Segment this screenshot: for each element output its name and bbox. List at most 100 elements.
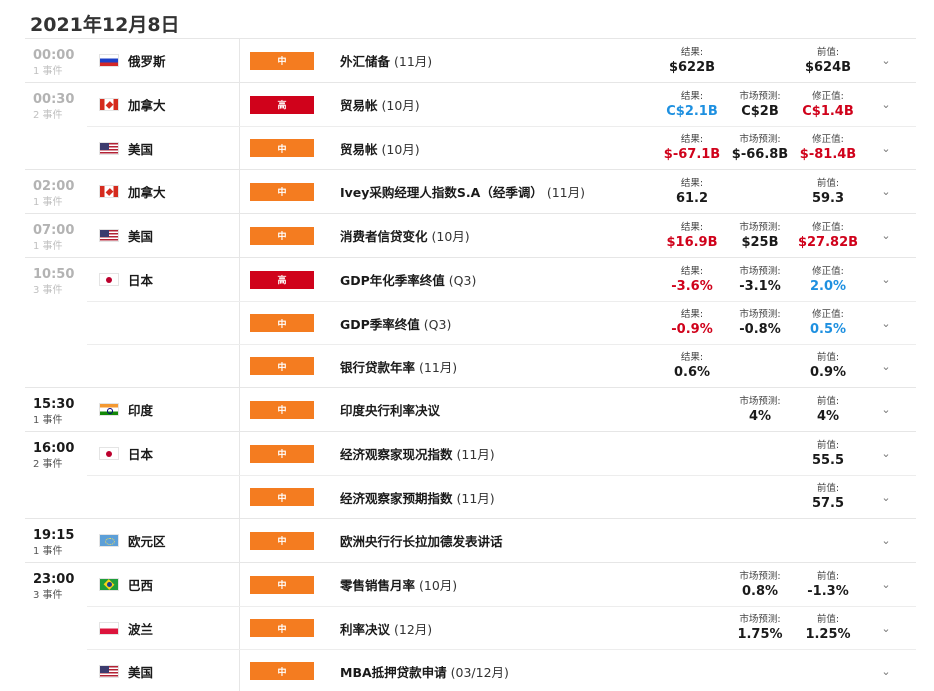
event-time: 15:30	[33, 397, 75, 412]
event-name: 利率决议	[340, 621, 391, 637]
event-row[interactable]: 中 GDP季率终值 (Q3) 结果: -0.9% 市场预测: -0.8% 修正值: 0.5% ⌄	[87, 301, 916, 344]
event-period: (11月)	[415, 359, 458, 375]
event-row[interactable]: 中 银行贷款年率 (11月) 结果: 0.6% 前值: 0.9% ⌄	[87, 344, 916, 387]
flag-ru-icon	[99, 54, 119, 67]
event-period: (11月)	[542, 185, 585, 200]
country-name: 美国	[128, 229, 154, 244]
country-name: 俄罗斯	[128, 54, 166, 69]
impact-badge: 高	[250, 95, 314, 114]
time-group: 15:30 1 事件 印度中印度央行利率决议 市场预测: 4% 前值: 4% ⌄	[25, 388, 916, 432]
forecast-value: $-66.8B	[731, 147, 789, 162]
actual-value: $622B	[668, 59, 716, 75]
previous-cell: 修正值: $27.82B	[794, 221, 862, 251]
event-row[interactable]: 印度中印度央行利率决议 市场预测: 4% 前值: 4% ⌄	[87, 388, 916, 431]
country-cell: 波兰	[87, 607, 240, 649]
flag-jp-icon	[99, 273, 119, 286]
event-title[interactable]: GDP季率终值 (Q3)	[340, 314, 658, 333]
previous-label: 修正值:	[812, 265, 844, 277]
actual-label: 结果:	[680, 46, 704, 58]
forecast-label: 市场预测:	[739, 614, 781, 625]
chevron-down-icon[interactable]: ⌄	[874, 578, 898, 591]
event-time: 16:00	[33, 441, 75, 456]
previous-value: 57.5	[811, 496, 845, 511]
previous-label: 修正值:	[812, 309, 844, 320]
event-row[interactable]: 加拿大中 Ivey采购经理人指数S.A（经季调） (11月) 结果: 61.2 前值: 5…	[87, 170, 916, 213]
chevron-down-icon[interactable]: ⌄	[874, 622, 898, 635]
event-title[interactable]: 印度央行利率决议	[340, 400, 658, 419]
forecast-value: C$2B	[741, 103, 779, 119]
actual-label: 结果:	[680, 221, 704, 233]
event-row[interactable]: 加拿大高贸易帐 (10月) 结果: C$2.1B 市场预测: C$2B 修正值: C$1.4…	[87, 83, 916, 126]
time-group: 10:50 3 事件 日本高 GDP年化季率终值 (Q3) 结果: -3.6% 市场预测: -…	[25, 258, 916, 388]
previous-label: 修正值:	[812, 134, 844, 145]
chevron-down-icon[interactable]: ⌄	[874, 317, 898, 330]
event-title[interactable]: MBA抵押贷款申请 (03/12月)	[340, 662, 658, 681]
event-title[interactable]: 利率决议 (12月)	[340, 619, 658, 638]
event-row[interactable]: 日本高 GDP年化季率终值 (Q3) 结果: -3.6% 市场预测: -3.1% 修正值: 2…	[87, 258, 916, 301]
flag-us-icon	[99, 664, 119, 678]
event-row[interactable]: 美国 中 贸易帐 (10月) 结果: $-67.1B 市场预测: $-66.8B 修正值: $-…	[87, 126, 916, 169]
event-row[interactable]: 波兰 中 利率决议 (12月) 市场预测: 1.75% 前值: 1.25% ⌄	[87, 606, 916, 649]
event-title[interactable]: 经济观察家现况指数 (11月)	[340, 444, 658, 463]
event-name: Ivey采购经理人指数S.A（经季调）	[340, 185, 543, 200]
time-group: 19:15 1 事件 欧元区 中 欧洲央行行长拉加德发表讲话 ⌄	[25, 519, 916, 563]
chevron-down-icon[interactable]: ⌄	[874, 229, 898, 242]
actual-label: 结果:	[680, 309, 704, 320]
flag-ca-icon	[99, 185, 119, 198]
event-title[interactable]: 经济观察家预期指数 (11月)	[340, 488, 658, 507]
previous-label: 前值:	[816, 570, 840, 582]
event-count: 1 事件	[33, 66, 63, 77]
event-title[interactable]: 外汇储备 (11月)	[340, 51, 658, 70]
chevron-down-icon[interactable]: ⌄	[874, 273, 898, 286]
chevron-down-icon[interactable]: ⌄	[874, 447, 898, 460]
event-period: (03/12月)	[446, 664, 509, 680]
actual-value: 61.2	[675, 190, 709, 206]
chevron-down-icon[interactable]: ⌄	[874, 142, 898, 155]
chevron-down-icon[interactable]: ⌄	[874, 403, 898, 416]
event-row[interactable]: 俄罗斯中外汇储备 (11月) 结果: $622B 前值: $624B ⌄	[87, 39, 916, 82]
event-title[interactable]: 欧洲央行行长拉加德发表讲话	[340, 531, 658, 550]
event-title[interactable]: 贸易帐 (10月)	[340, 139, 658, 158]
chevron-down-icon[interactable]: ⌄	[874, 491, 898, 504]
actual-cell: 结果: 0.6%	[658, 351, 726, 381]
impact-badge: 中	[250, 400, 314, 419]
event-count: 1 事件	[33, 415, 63, 426]
event-row[interactable]: 中 经济观察家预期指数 (11月) 前值: 57.5 ⌄	[87, 475, 916, 518]
forecast-label: 市场预测:	[739, 221, 781, 233]
event-title[interactable]: 贸易帐 (10月)	[340, 95, 658, 114]
previous-cell: 前值: -1.3%	[794, 570, 862, 600]
event-row[interactable]: 巴西中零售销售月率 (10月) 市场预测: 0.8% 前值: -1.3% ⌄	[87, 563, 916, 606]
previous-value: 1.25%	[805, 627, 851, 642]
previous-label: 前值:	[816, 483, 840, 494]
event-time: 07:00	[33, 223, 75, 238]
country-cell	[87, 476, 240, 518]
event-name: 印度央行利率决议	[340, 403, 441, 418]
chevron-down-icon[interactable]: ⌄	[874, 360, 898, 373]
previous-value: 0.9%	[809, 365, 847, 380]
previous-value: 2.0%	[809, 278, 847, 294]
impact-badge: 中	[250, 51, 314, 70]
previous-label: 修正值:	[812, 221, 844, 233]
event-row[interactable]: 欧元区 中 欧洲央行行长拉加德发表讲话 ⌄	[87, 519, 916, 562]
chevron-down-icon[interactable]: ⌄	[874, 98, 898, 111]
event-row[interactable]: 日本 中 经济观察家现况指数 (11月) 前值: 55.5 ⌄	[87, 432, 916, 475]
chevron-down-icon[interactable]: ⌄	[874, 665, 898, 678]
event-count: 3 事件	[33, 590, 63, 601]
event-title[interactable]: GDP年化季率终值 (Q3)	[340, 270, 658, 289]
chevron-down-icon[interactable]: ⌄	[874, 54, 898, 67]
event-title[interactable]: 消费者信贷变化 (10月)	[340, 226, 658, 245]
event-title[interactable]: Ivey采购经理人指数S.A（经季调） (11月)	[340, 182, 658, 201]
event-row[interactable]: 美国中消费者信贷变化 (10月) 结果: $16.9B 市场预测: $25B 修正值: $2…	[87, 214, 916, 257]
event-row[interactable]: 美国 中 MBA抵押贷款申请 (03/12月) ⌄	[87, 649, 916, 691]
event-title[interactable]: 银行贷款年率 (11月)	[340, 357, 658, 376]
actual-value: -3.6%	[671, 278, 713, 294]
time-group: 00:00 1 事件 俄罗斯中外汇储备 (11月) 结果: $622B 前值: $624B ⌄	[25, 39, 916, 83]
country-cell: 美国	[87, 650, 240, 691]
country-cell	[87, 345, 240, 387]
actual-label: 结果:	[680, 134, 704, 145]
event-title[interactable]: 零售销售月率 (10月)	[340, 575, 658, 594]
chevron-down-icon[interactable]: ⌄	[874, 534, 898, 547]
chevron-down-icon[interactable]: ⌄	[874, 185, 898, 198]
forecast-value: 1.75%	[737, 627, 783, 642]
previous-label: 修正值:	[812, 90, 844, 102]
